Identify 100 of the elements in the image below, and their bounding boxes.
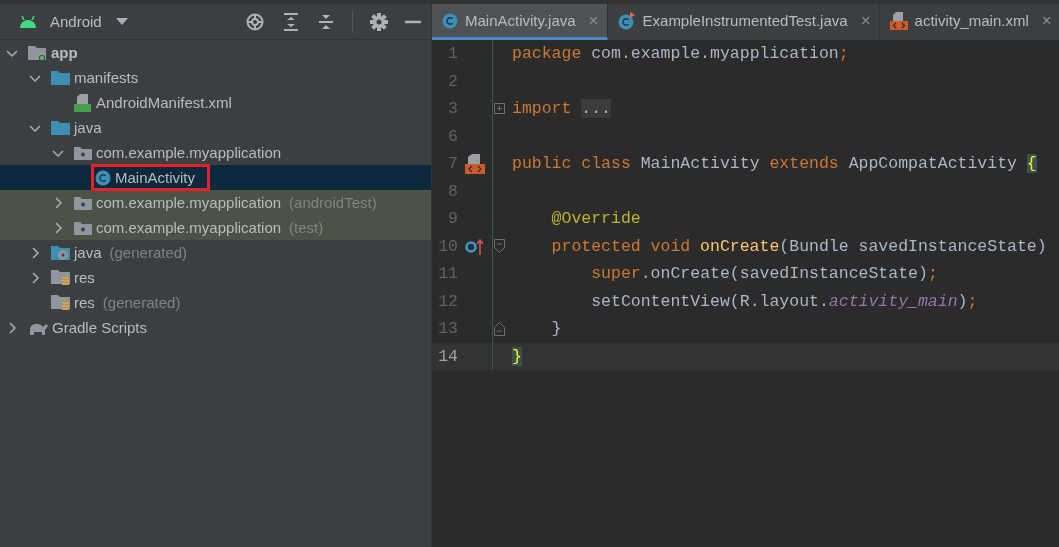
- code-token: ;: [927, 264, 938, 284]
- minimize-icon[interactable]: [405, 19, 421, 24]
- code-token: extends: [769, 154, 839, 174]
- tree-row[interactable]: AndroidManifest.xml: [0, 90, 431, 115]
- tree-item-label[interactable]: java: [74, 244, 102, 261]
- tab-label: activity_main.xml: [914, 12, 1029, 29]
- tab-label: ExampleInstrumentedTest.java: [642, 12, 848, 29]
- line-number: 7: [447, 154, 458, 174]
- code-token: public class: [512, 154, 631, 174]
- tree-row[interactable]: java (generated): [0, 240, 431, 265]
- code-token: onCreate: [700, 236, 780, 256]
- tree-row[interactable]: app: [0, 40, 431, 65]
- tree-item-label[interactable]: res: [74, 294, 95, 311]
- tree-item-note: (androidTest): [289, 194, 377, 211]
- chevron-right-icon[interactable]: [29, 246, 41, 259]
- code-token: .onCreate(savedInstanceState): [640, 264, 928, 284]
- fold-start-icon[interactable]: [494, 239, 505, 254]
- code-token: ;: [838, 44, 849, 64]
- tree-row[interactable]: res (generated): [0, 290, 431, 315]
- override-icon[interactable]: [465, 237, 485, 256]
- code-token: setContentView(R.layout.: [591, 291, 829, 311]
- android-icon: [18, 14, 38, 29]
- code-token: }: [512, 346, 522, 366]
- package-icon: [74, 195, 92, 210]
- close-button[interactable]: ×: [1041, 10, 1052, 31]
- locate-icon[interactable]: [245, 11, 265, 32]
- expand-all-icon[interactable]: [282, 11, 300, 32]
- code-token: super: [591, 264, 641, 284]
- line-number: 6: [447, 126, 458, 146]
- resources-folder-icon: [51, 269, 70, 286]
- package-icon: [74, 220, 92, 235]
- code-token: com.example.myapplication: [591, 44, 839, 64]
- line-number: 12: [437, 291, 458, 311]
- layout-file-icon: [889, 11, 908, 30]
- line-number: 1: [447, 44, 458, 64]
- tree-item-label[interactable]: manifests: [74, 69, 139, 86]
- code-token: @Override: [551, 209, 641, 229]
- tree-item-label[interactable]: res: [74, 269, 95, 286]
- manifest-file-icon: [74, 93, 92, 112]
- expand-fold-icon[interactable]: [494, 103, 505, 115]
- folder-icon: [51, 70, 70, 85]
- tree-row[interactable]: manifests: [0, 65, 431, 90]
- editor-tab[interactable]: MainActivity.java ×: [432, 4, 608, 40]
- code-token: protected void: [551, 236, 691, 256]
- folder-icon: [51, 120, 70, 135]
- code-token: AppCompatActivity: [848, 154, 1017, 174]
- chevron-right-icon[interactable]: [52, 221, 64, 234]
- fold-end-icon[interactable]: [494, 321, 505, 336]
- tree-row[interactable]: com.example.myapplication: [0, 140, 431, 165]
- resources-folder-icon: [51, 294, 70, 311]
- settings-icon[interactable]: [370, 12, 388, 31]
- code-token: package: [512, 44, 582, 64]
- tree-item-note: (test): [289, 219, 324, 236]
- line-number: 11: [437, 264, 458, 284]
- line-number: 14: [437, 346, 458, 366]
- view-dropdown[interactable]: Android: [48, 13, 130, 30]
- tree-item-label[interactable]: app: [51, 44, 78, 61]
- code-token: }: [551, 319, 562, 339]
- code-token: {: [1026, 154, 1037, 174]
- tree-item-label[interactable]: MainActivity: [115, 169, 196, 186]
- tree-row[interactable]: MainActivity: [0, 165, 431, 190]
- tree-row[interactable]: com.example.myapplication (test): [0, 215, 431, 240]
- class-icon: [442, 12, 458, 29]
- tree-item-label[interactable]: Gradle Scripts: [52, 319, 148, 336]
- tree-item-label[interactable]: com.example.myapplication: [96, 144, 282, 161]
- tree-item-label[interactable]: com.example.myapplication: [96, 219, 282, 236]
- code-token: ): [957, 291, 968, 311]
- generated-folder-icon: [51, 244, 70, 261]
- layout-file-icon[interactable]: [465, 153, 485, 174]
- class-icon: [95, 169, 111, 186]
- tree-item-label[interactable]: com.example.myapplication: [96, 194, 282, 211]
- code-token: import: [512, 99, 572, 119]
- tree-row[interactable]: com.example.myapplication (androidTest): [0, 190, 431, 215]
- code-token: ...: [581, 99, 612, 119]
- close-button[interactable]: ×: [860, 10, 871, 31]
- code-token: (Bundle savedInstanceState): [779, 236, 1047, 256]
- tree-item-label[interactable]: java: [74, 119, 102, 136]
- tree-item-label[interactable]: AndroidManifest.xml: [96, 94, 232, 111]
- line-number: 8: [447, 181, 458, 201]
- code-token: activity_main: [828, 291, 958, 311]
- line-number: 9: [447, 209, 458, 229]
- line-number: 3: [447, 99, 458, 119]
- chevron-right-icon[interactable]: [52, 196, 64, 209]
- chevron-right-icon[interactable]: [29, 271, 41, 284]
- caret-icon: [115, 17, 128, 26]
- tree-row[interactable]: Gradle Scripts: [0, 315, 431, 340]
- test-class-icon: [617, 11, 636, 30]
- tree-row[interactable]: res: [0, 265, 431, 290]
- tab-label: MainActivity.java: [465, 12, 576, 29]
- tree-item-note: (generated): [109, 244, 188, 261]
- line-number: 13: [437, 319, 458, 339]
- code-token: MainActivity: [640, 154, 760, 174]
- package-icon: [74, 145, 92, 160]
- line-number: 10: [437, 236, 458, 256]
- chevron-right-icon[interactable]: [6, 321, 18, 334]
- module-folder-icon: [28, 44, 47, 61]
- line-number: 2: [447, 71, 458, 91]
- tree-row[interactable]: java: [0, 115, 431, 140]
- code-token: ;: [967, 291, 978, 311]
- tree-item-note: (generated): [102, 294, 181, 311]
